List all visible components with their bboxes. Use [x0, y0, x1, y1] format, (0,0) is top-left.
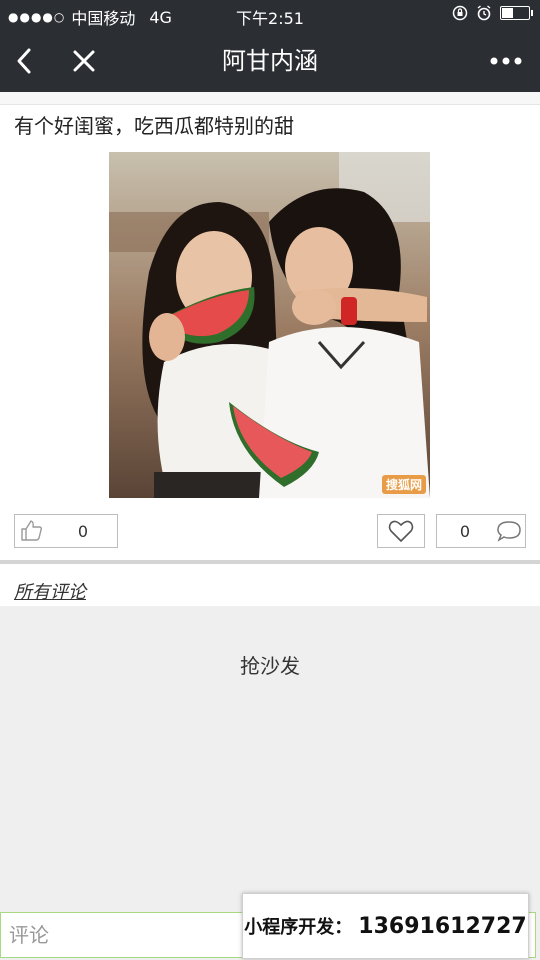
- all-comments-link[interactable]: 所有评论: [14, 578, 86, 604]
- status-bar: ●●●●○ 中国移动 4G 下午2:51: [0, 0, 540, 30]
- post-image[interactable]: 搜狐网: [109, 152, 430, 498]
- heart-icon: [388, 520, 414, 542]
- thumbs-up-icon: [15, 519, 49, 543]
- post-actions: 0 0: [0, 514, 540, 554]
- page-title: 阿甘内涵: [222, 47, 318, 75]
- comment-count: 0: [459, 521, 471, 541]
- like-button[interactable]: 0: [14, 514, 118, 548]
- favorite-button[interactable]: [377, 514, 425, 548]
- watermark: 搜狐网: [381, 475, 426, 494]
- more-button[interactable]: [486, 30, 526, 92]
- promo-banner: 小程序开发： 13691612727: [242, 893, 529, 959]
- post-card: 有个好闺蜜，吃西瓜都特别的甜 搜狐网 0 0: [0, 92, 540, 564]
- comment-input[interactable]: [1, 913, 247, 957]
- battery-icon: [500, 6, 533, 20]
- orientation-lock-icon: [452, 5, 468, 21]
- promo-label: 小程序开发：: [244, 917, 353, 938]
- speech-bubble-icon: [493, 519, 525, 543]
- status-right: [452, 5, 533, 21]
- promo-phone: 13691612727: [358, 913, 527, 939]
- post-text: 有个好闺蜜，吃西瓜都特别的甜: [14, 114, 294, 138]
- comment-count-button[interactable]: 0: [436, 514, 526, 548]
- empty-comments-text: 抢沙发: [240, 654, 300, 678]
- like-count: 0: [77, 521, 89, 541]
- photo-illustration: [109, 152, 430, 498]
- navigation-bar: 阿甘内涵: [0, 30, 540, 92]
- comments-header-bar: 所有评论: [0, 564, 540, 606]
- alarm-icon: [477, 5, 491, 21]
- more-icon: [490, 57, 522, 65]
